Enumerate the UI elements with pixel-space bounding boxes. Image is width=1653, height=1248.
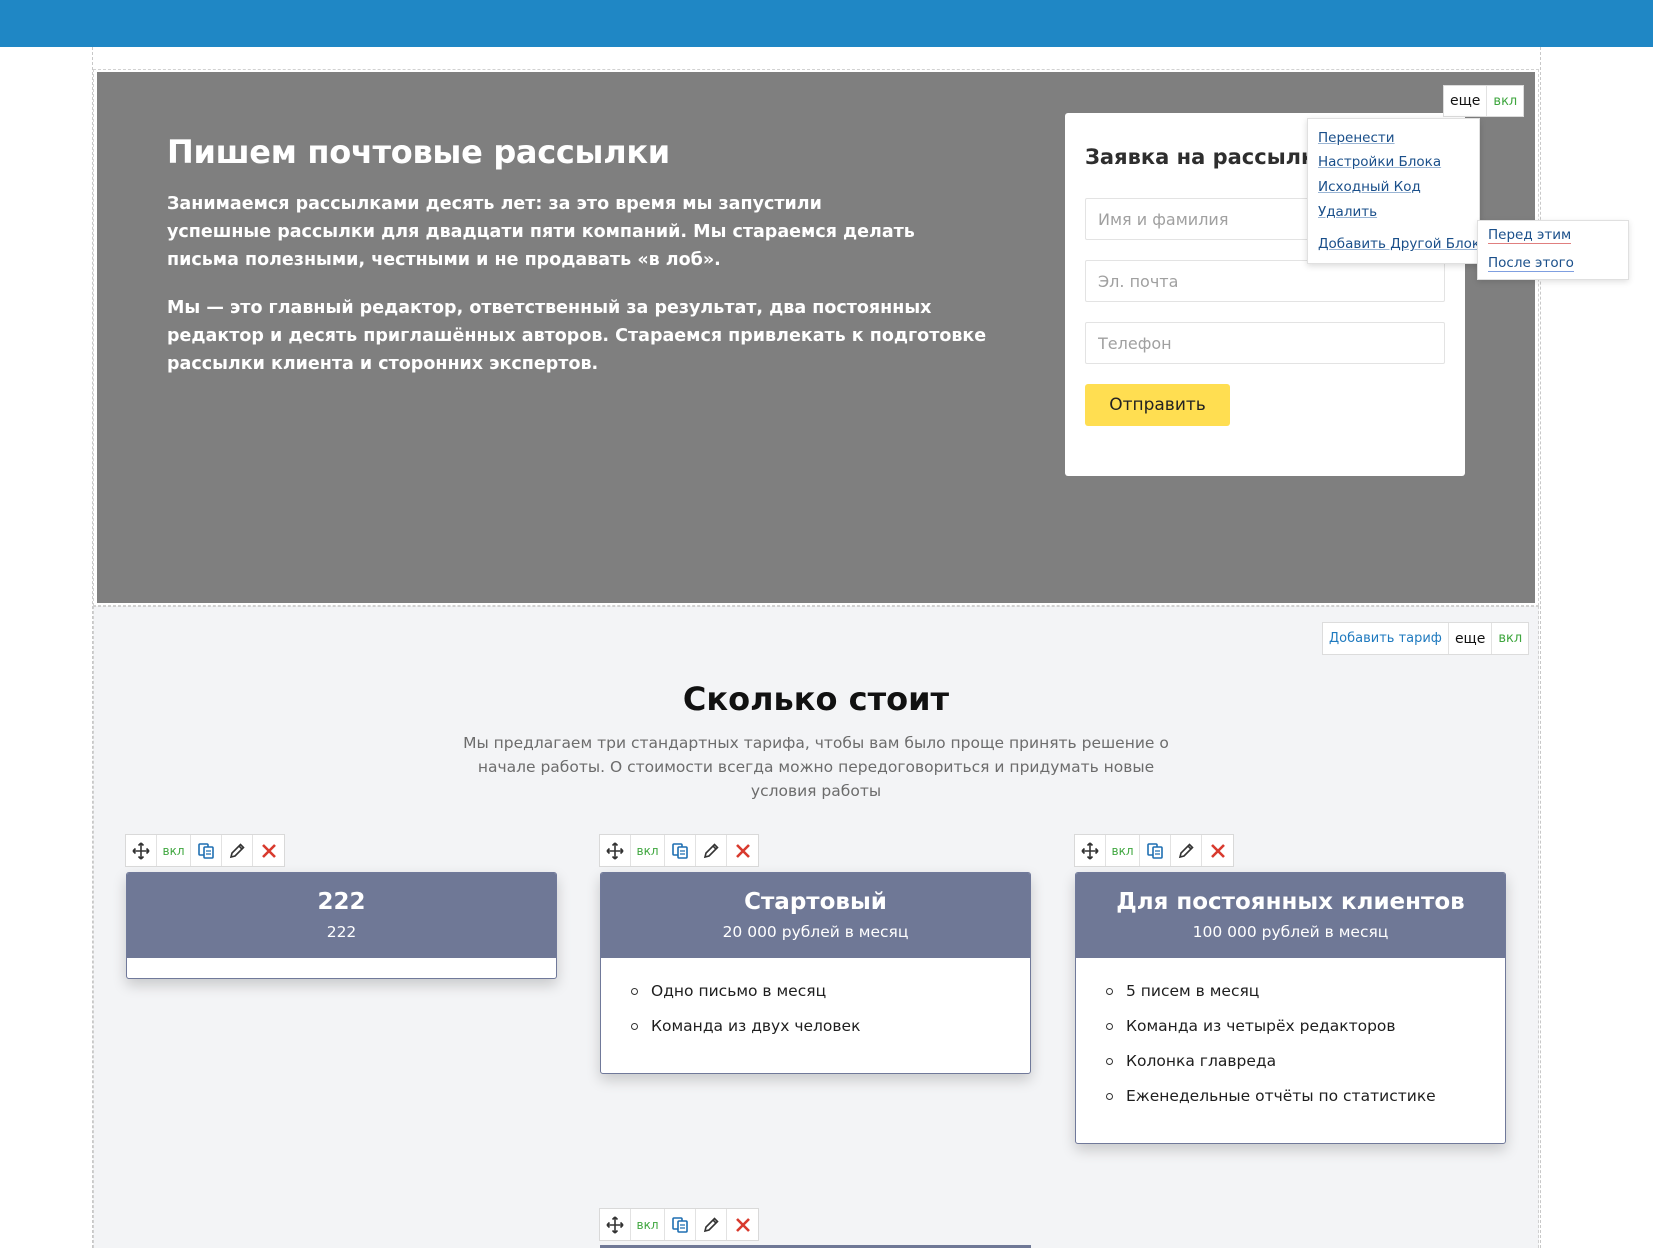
delete-icon[interactable] (1202, 835, 1233, 866)
pencil-icon[interactable] (1171, 835, 1202, 866)
copy-icon[interactable] (191, 835, 222, 866)
feature-item: 5 писем в месяц (1106, 981, 1436, 1016)
email-input[interactable] (1085, 260, 1445, 302)
pencil-icon[interactable] (696, 1209, 727, 1240)
pencil-icon[interactable] (696, 835, 727, 866)
feature-item: Команда из четырёх редакторов (1106, 1016, 1436, 1051)
move-icon[interactable] (600, 835, 631, 866)
hero-paragraph-2: Мы — это главный редактор, ответственный… (167, 298, 987, 374)
price-card-name: Стартовый (744, 889, 887, 915)
pencil-icon[interactable] (222, 835, 253, 866)
card-toolbar: вкл (1074, 834, 1234, 867)
feature-item: Колонка главреда (1106, 1051, 1436, 1086)
pricing-block-controls: Добавить тариф еще вкл (1322, 622, 1530, 655)
pricing-title: Сколько стоит (682, 680, 950, 718)
price-card-price: 20 000 рублей в месяц (722, 923, 909, 941)
delete-icon[interactable] (727, 1209, 758, 1240)
submit-button[interactable]: Отправить (1085, 384, 1230, 426)
price-card-name: 222 (317, 889, 366, 915)
menu-item-source-code[interactable]: Исходный Код (1318, 179, 1421, 195)
feature-item: Команда из двух человек (631, 1016, 860, 1051)
pricing-subtitle: Мы предлагаем три стандартных тарифа, чт… (463, 734, 1169, 800)
move-icon[interactable] (600, 1209, 631, 1240)
menu-item-delete[interactable]: Удалить (1318, 204, 1377, 220)
move-icon[interactable] (1075, 835, 1106, 866)
copy-icon[interactable] (1140, 835, 1171, 866)
phone-input[interactable] (1085, 322, 1445, 364)
form-title: Заявка на рассылку (1085, 145, 1330, 169)
toggle-on-button[interactable]: вкл (631, 835, 665, 866)
card-toolbar: вкл (599, 834, 759, 867)
card-toolbar: вкл (125, 834, 285, 867)
add-block-submenu: Перед этим После этого (1477, 220, 1629, 280)
price-card-header: 222 222 (127, 873, 556, 958)
price-card: Для постоянных клиентов 100 000 рублей в… (1075, 872, 1506, 1144)
menu-item-add-block[interactable]: Добавить Другой Блок (1318, 236, 1480, 252)
price-card-features: Одно письмо в месяц Команда из двух чело… (631, 981, 860, 1051)
move-icon[interactable] (126, 835, 157, 866)
price-card-name: Для постоянных клиентов (1116, 889, 1465, 915)
submenu-item-before[interactable]: Перед этим (1488, 227, 1572, 244)
toggle-on-button[interactable]: вкл (1487, 86, 1523, 116)
toggle-on-button[interactable]: вкл (631, 1209, 665, 1240)
more-button[interactable]: еще (1444, 86, 1488, 116)
feature-item: Еженедельные отчёты по статистике (1106, 1086, 1436, 1121)
price-card-header: Стартовый 20 000 рублей в месяц (601, 873, 1030, 958)
delete-icon[interactable] (727, 835, 758, 866)
price-card-header: Для постоянных клиентов 100 000 рублей в… (1076, 873, 1505, 958)
menu-item-move[interactable]: Перенести (1318, 130, 1395, 146)
menu-item-block-settings[interactable]: Настройки Блока (1318, 154, 1441, 170)
delete-icon[interactable] (253, 835, 284, 866)
block-menu: Перенести Настройки Блока Исходный Код У… (1307, 118, 1480, 264)
toggle-on-button[interactable]: вкл (157, 835, 191, 866)
top-bar (0, 0, 1653, 47)
price-card: 222 222 (126, 872, 557, 979)
toggle-on-button[interactable]: вкл (1492, 623, 1528, 654)
hero-title: Пишем почтовые рассылки (167, 133, 670, 171)
submenu-item-after[interactable]: После этого (1488, 255, 1574, 272)
copy-icon[interactable] (665, 835, 696, 866)
price-card: Стартовый 20 000 рублей в месяц Одно пис… (600, 872, 1031, 1074)
feature-item: Одно письмо в месяц (631, 981, 860, 1016)
hero-paragraph-1: Занимаемся рассылками десять лет: за это… (167, 194, 915, 270)
toggle-on-button[interactable]: вкл (1106, 835, 1140, 866)
more-button[interactable]: еще (1449, 623, 1493, 654)
card-toolbar: вкл (599, 1208, 759, 1241)
copy-icon[interactable] (665, 1209, 696, 1240)
price-card-features: 5 писем в месяц Команда из четырёх редак… (1106, 981, 1436, 1121)
price-card-price: 222 (326, 923, 357, 941)
price-card-price: 100 000 рублей в месяц (1192, 923, 1389, 941)
hero-block-controls: еще вкл (1443, 85, 1525, 117)
add-tariff-button[interactable]: Добавить тариф (1323, 623, 1449, 654)
